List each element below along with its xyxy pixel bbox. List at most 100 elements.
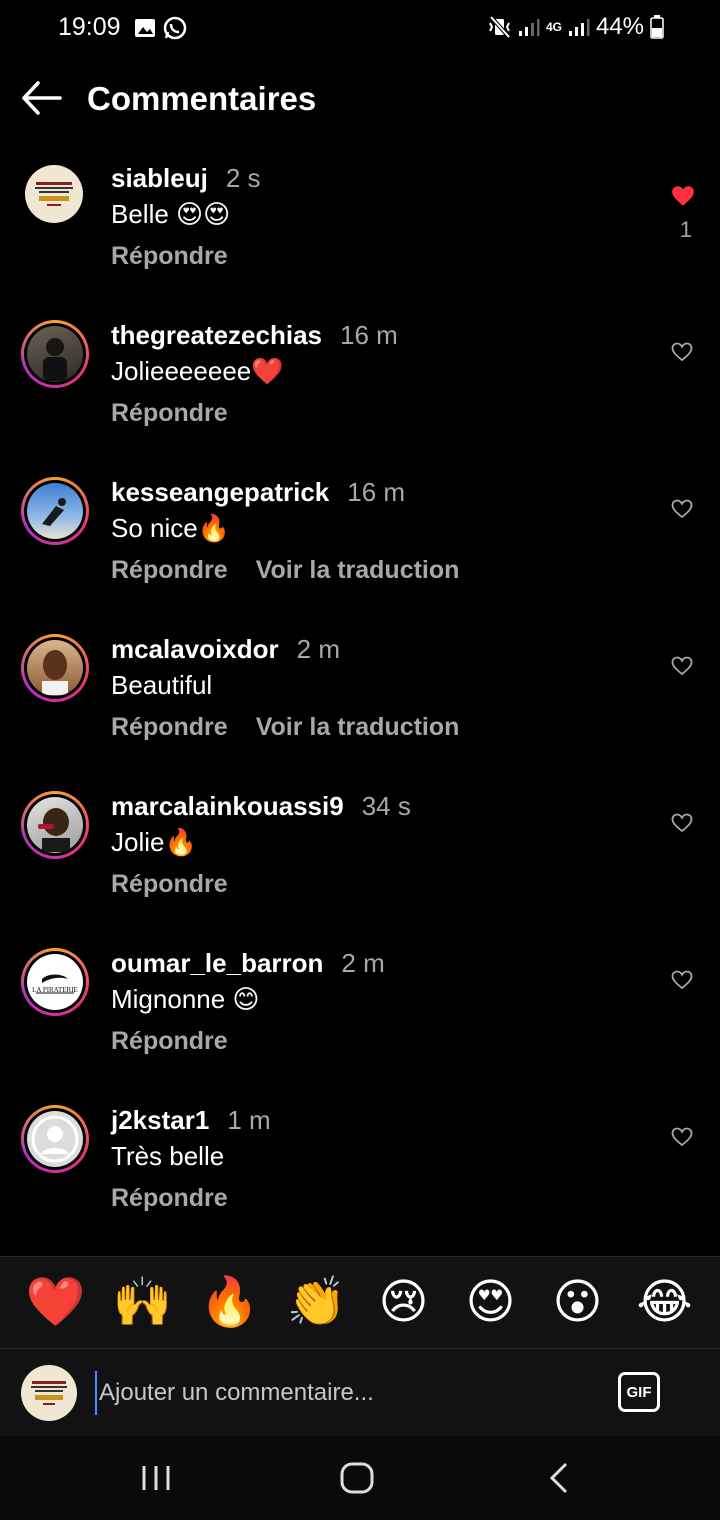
comment-input[interactable] bbox=[95, 1371, 595, 1415]
comment-username[interactable]: kesseangepatrick bbox=[111, 477, 329, 507]
person-photo-icon bbox=[42, 650, 68, 695]
heart-outline-icon bbox=[671, 1127, 693, 1147]
comment-text: Jolie🔥 bbox=[111, 827, 197, 857]
comment-item: LA PIRATERIE oumar_le_barron 2 m Mignonne… bbox=[0, 942, 720, 1099]
emoji-bar: ❤️ 🙌 🔥 👏 😢 😍 😮 😂 bbox=[0, 1256, 720, 1348]
arrow-left-icon bbox=[22, 81, 62, 115]
avatar[interactable] bbox=[21, 477, 89, 545]
emoji-crying[interactable]: 😢 bbox=[373, 1278, 435, 1327]
header: Commentaires bbox=[0, 70, 720, 126]
comment-composer: GIF bbox=[0, 1348, 720, 1436]
battery-icon bbox=[650, 15, 664, 39]
translate-button[interactable]: Voir la traduction bbox=[256, 556, 460, 584]
comment-time: 16 m bbox=[347, 477, 406, 507]
signal-icon bbox=[568, 19, 590, 36]
comment-username[interactable]: marcalainkouassi9 bbox=[111, 791, 344, 821]
whatsapp-icon bbox=[163, 16, 187, 40]
emoji-clapping[interactable]: 👏 bbox=[286, 1278, 348, 1327]
comment-text: Beautiful bbox=[111, 670, 213, 700]
person-photo-icon bbox=[43, 338, 67, 381]
avatar[interactable] bbox=[21, 1105, 89, 1173]
heart-outline-icon bbox=[671, 970, 693, 990]
comment-item: mcalavoixdor 2 m Beautiful Répondre Voir l… bbox=[0, 628, 720, 785]
reply-button[interactable]: Répondre bbox=[111, 1027, 228, 1055]
network-type: 4G bbox=[545, 20, 562, 34]
comment-text: Jolieeeeeee❤️ bbox=[111, 356, 284, 386]
gallery-icon bbox=[135, 19, 155, 37]
comment-item: kesseangepatrick 16 m So nice🔥 Répondre Vo… bbox=[0, 471, 720, 628]
like-button[interactable] bbox=[670, 183, 696, 209]
person-photo-icon bbox=[38, 808, 70, 852]
comment-username[interactable]: mcalavoixdor bbox=[111, 634, 279, 664]
comment-text: So nice🔥 bbox=[111, 513, 231, 543]
person-photo-icon bbox=[42, 498, 66, 526]
comment-time: 16 m bbox=[339, 320, 398, 350]
like-button[interactable] bbox=[670, 497, 696, 523]
comment-text: Belle 😍😍 bbox=[111, 199, 231, 229]
reply-button[interactable]: Répondre bbox=[111, 242, 228, 270]
comment-username[interactable]: thegreatezechias bbox=[111, 320, 322, 350]
comment-text: Mignonne 😊 bbox=[111, 984, 260, 1014]
avatar[interactable] bbox=[25, 165, 83, 223]
chevron-left-icon bbox=[549, 1462, 568, 1494]
avatar[interactable] bbox=[21, 634, 89, 702]
home-button[interactable] bbox=[337, 1458, 377, 1498]
like-count: 1 bbox=[679, 217, 692, 242]
heart-outline-icon bbox=[671, 342, 693, 362]
emoji-heart-eyes[interactable]: 😍 bbox=[460, 1278, 522, 1327]
heart-outline-icon bbox=[671, 813, 693, 833]
battery-level: 44% bbox=[595, 13, 644, 40]
comment-item: thegreatezechias 16 m Jolieeeeeee❤️ Répon… bbox=[0, 314, 720, 471]
comment-time: 34 s bbox=[361, 791, 411, 821]
my-avatar bbox=[21, 1365, 77, 1421]
back-nav-button[interactable] bbox=[540, 1458, 580, 1498]
emoji-heart[interactable]: ❤️ bbox=[25, 1278, 87, 1327]
logo-avatar bbox=[21, 1365, 77, 1421]
default-user-icon bbox=[31, 1115, 79, 1163]
like-button[interactable] bbox=[670, 1125, 696, 1151]
heart-filled-icon bbox=[672, 186, 694, 206]
svg-text:LA PIRATERIE: LA PIRATERIE bbox=[32, 986, 78, 994]
logo-avatar bbox=[25, 165, 83, 223]
reply-button[interactable]: Répondre bbox=[111, 556, 228, 584]
comment-item: siableuj 2 s Belle 😍😍 Répondre 1 bbox=[0, 157, 720, 314]
avatar[interactable] bbox=[21, 320, 89, 388]
gif-button[interactable]: GIF bbox=[618, 1372, 660, 1412]
page-title: Commentaires bbox=[87, 80, 317, 117]
like-button[interactable] bbox=[670, 654, 696, 680]
emoji-laughing[interactable]: 😂 bbox=[634, 1278, 696, 1327]
recent-apps-button[interactable] bbox=[136, 1458, 176, 1498]
back-button[interactable] bbox=[20, 78, 64, 118]
comment-text: Très belle bbox=[111, 1141, 225, 1171]
translate-button[interactable]: Voir la traduction bbox=[256, 713, 460, 741]
avatar[interactable]: LA PIRATERIE bbox=[21, 948, 89, 1016]
emoji-surprised[interactable]: 😮 bbox=[547, 1278, 609, 1327]
comment-list: siableuj 2 s Belle 😍😍 Répondre 1 thegreat… bbox=[0, 157, 720, 1256]
system-nav-bar bbox=[0, 1436, 720, 1520]
signal-icon bbox=[518, 19, 540, 36]
emoji-fire[interactable]: 🔥 bbox=[199, 1278, 261, 1327]
comment-time: 2 m bbox=[341, 948, 385, 978]
emoji-raising-hands[interactable]: 🙌 bbox=[112, 1278, 174, 1327]
status-bar: 19:09 4G 44% bbox=[0, 0, 720, 58]
heart-outline-icon bbox=[671, 499, 693, 519]
home-icon bbox=[340, 1462, 374, 1494]
comment-username[interactable]: oumar_le_barron bbox=[111, 948, 323, 978]
status-time: 19:09 bbox=[58, 13, 121, 41]
like-button[interactable] bbox=[670, 340, 696, 366]
like-button[interactable] bbox=[670, 811, 696, 837]
recent-apps-icon bbox=[142, 1466, 170, 1490]
avatar[interactable] bbox=[21, 791, 89, 859]
comment-item: j2kstar1 1 m Très belle Répondre bbox=[0, 1099, 720, 1256]
like-button[interactable] bbox=[670, 968, 696, 994]
comment-time: 2 s bbox=[225, 163, 261, 193]
reply-button[interactable]: Répondre bbox=[111, 713, 228, 741]
mute-vibrate-icon bbox=[489, 15, 511, 39]
reply-button[interactable]: Répondre bbox=[111, 399, 228, 427]
comment-item: marcalainkouassi9 34 s Jolie🔥 Répondre bbox=[0, 785, 720, 942]
heart-outline-icon bbox=[671, 656, 693, 676]
comment-username[interactable]: j2kstar1 bbox=[111, 1105, 209, 1135]
comment-username[interactable]: siableuj bbox=[111, 163, 208, 193]
reply-button[interactable]: Répondre bbox=[111, 870, 228, 898]
reply-button[interactable]: Répondre bbox=[111, 1184, 228, 1212]
